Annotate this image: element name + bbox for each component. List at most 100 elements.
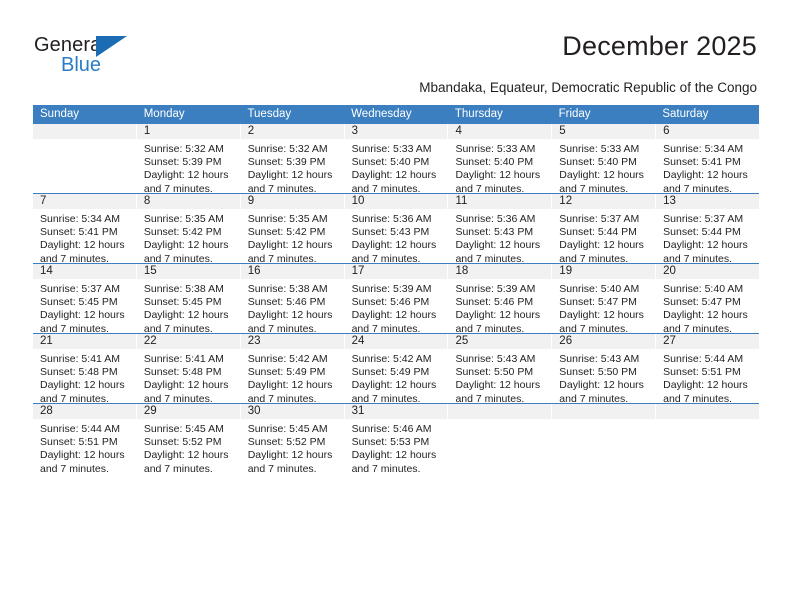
day-cell-empty [552, 404, 657, 473]
weekday-header-tuesday: Tuesday [247, 108, 292, 120]
day-cell[interactable]: 6 Sunrise: 5:34 AM Sunset: 5:41 PM Daylight… [656, 124, 760, 195]
day-detail-line: Sunrise: 5:34 AM [40, 213, 120, 225]
day-cell[interactable]: 18 Sunrise: 5:39 AM Sunset: 5:46 PM Dayligh… [448, 264, 553, 335]
day-detail-line: Sunset: 5:52 PM [247, 436, 326, 449]
page-subtitle: Mbandaka, Equateur, Democratic Republic … [419, 80, 757, 95]
day-detail-line: Sunrise: 5:33 AM [455, 143, 536, 155]
day-cell[interactable]: 16 Sunrise: 5:38 AM Sunset: 5:46 PM Dayligh… [240, 264, 345, 335]
day-details: Sunrise: 5:32 AM Sunset: 5:39 PM Daylight:… [137, 139, 240, 196]
day-detail-line: Daylight: 12 hours [143, 449, 229, 462]
day-cell[interactable]: 11 Sunrise: 5:36 AM Sunset: 5:43 PM Dayligh… [448, 194, 553, 265]
day-cell[interactable]: 17 Sunrise: 5:39 AM Sunset: 5:46 PM Dayligh… [344, 264, 449, 336]
page-header: General Blue December 2025 Mbandaka, Equ… [0, 0, 792, 100]
calendar-week-row: 7 Sunrise: 5:34 AM Sunset: 5:41 PM Daylight… [33, 193, 760, 266]
day-cell[interactable]: 29 Sunrise: 5:45 AM Sunset: 5:52 PM Dayligh… [136, 404, 241, 475]
day-number [656, 404, 760, 419]
day-details: Sunrise: 5:41 AM Sunset: 5:48 PM Daylight:… [33, 349, 136, 406]
day-detail-line: Sunset: 5:48 PM [143, 366, 222, 379]
day-cell[interactable]: 4 Sunrise: 5:33 AM Sunset: 5:40 PM Daylight… [448, 124, 553, 196]
day-number: 19 [552, 264, 656, 279]
day-number: 4 [448, 124, 552, 139]
calendar-week-row: 28 Sunrise: 5:44 AM Sunset: 5:51 PM Dayligh… [33, 403, 760, 476]
day-detail-line: Daylight: 12 hours [559, 169, 644, 182]
day-detail-line: and 7 minutes. [351, 462, 421, 475]
day-detail-line: Daylight: 12 hours [40, 379, 125, 392]
day-details: Sunrise: 5:44 AM Sunset: 5:51 PM Daylight:… [33, 419, 136, 476]
day-cell[interactable]: 31 Sunrise: 5:46 AM Sunset: 5:53 PM Dayligh… [344, 404, 449, 475]
day-cell[interactable]: 7 Sunrise: 5:34 AM Sunset: 5:41 PM Daylight… [33, 194, 137, 266]
day-details: Sunrise: 5:41 AM Sunset: 5:48 PM Daylight:… [137, 349, 240, 406]
day-details: Sunrise: 5:33 AM Sunset: 5:40 PM Daylight:… [448, 139, 551, 196]
day-cell[interactable]: 22 Sunrise: 5:41 AM Sunset: 5:48 PM Dayligh… [136, 334, 241, 406]
day-details: Sunrise: 5:37 AM Sunset: 5:44 PM Daylight:… [552, 209, 655, 266]
day-cell[interactable]: 26 Sunrise: 5:43 AM Sunset: 5:50 PM Dayligh… [552, 334, 657, 405]
day-detail-line: Sunrise: 5:32 AM [247, 143, 328, 155]
day-cell[interactable]: 12 Sunrise: 5:37 AM Sunset: 5:44 PM Dayligh… [552, 194, 657, 266]
day-cell[interactable]: 19 Sunrise: 5:40 AM Sunset: 5:47 PM Dayligh… [552, 264, 657, 335]
weekday-header-monday: Monday [143, 108, 185, 120]
day-number [448, 404, 552, 419]
day-detail-line: Daylight: 12 hours [455, 239, 541, 252]
day-cell-empty [448, 404, 553, 473]
day-cell[interactable]: 25 Sunrise: 5:43 AM Sunset: 5:50 PM Dayligh… [448, 334, 553, 405]
day-cell[interactable]: 5 Sunrise: 5:33 AM Sunset: 5:40 PM Daylight… [552, 124, 657, 195]
day-detail-line: Sunset: 5:48 PM [40, 366, 118, 379]
day-cell[interactable]: 10 Sunrise: 5:36 AM Sunset: 5:43 PM Dayligh… [344, 194, 449, 265]
day-cell[interactable]: 28 Sunrise: 5:44 AM Sunset: 5:51 PM Dayligh… [33, 404, 137, 476]
page-title: December 2025 [562, 31, 757, 61]
day-detail-line: Daylight: 12 hours [559, 239, 644, 252]
day-number: 16 [240, 264, 344, 279]
day-details: Sunrise: 5:35 AM Sunset: 5:42 PM Daylight:… [241, 209, 344, 266]
day-details: Sunrise: 5:44 AM Sunset: 5:51 PM Daylight:… [656, 349, 759, 406]
day-detail-line: Daylight: 12 hours [559, 309, 644, 322]
day-detail-line: Sunset: 5:43 PM [455, 226, 534, 239]
day-cell[interactable]: 23 Sunrise: 5:42 AM Sunset: 5:49 PM Dayligh… [240, 334, 345, 405]
day-details: Sunrise: 5:37 AM Sunset: 5:44 PM Daylight:… [656, 209, 759, 266]
day-detail-line: Daylight: 12 hours [247, 239, 333, 252]
day-detail-line: Sunset: 5:40 PM [559, 156, 637, 169]
day-number: 22 [136, 334, 240, 349]
day-detail-line: Daylight: 12 hours [247, 309, 333, 322]
day-detail-line: Sunset: 5:46 PM [247, 296, 326, 309]
day-number: 12 [552, 194, 656, 209]
day-cell[interactable]: 8 Sunrise: 5:35 AM Sunset: 5:42 PM Daylight… [136, 194, 241, 265]
day-detail-line: Sunrise: 5:35 AM [247, 213, 328, 225]
day-details [552, 419, 655, 423]
day-cell[interactable]: 3 Sunrise: 5:33 AM Sunset: 5:40 PM Daylight… [344, 124, 449, 195]
calendar-week-cells: 28 Sunrise: 5:44 AM Sunset: 5:51 PM Dayligh… [33, 404, 760, 476]
calendar-week-cells: 14 Sunrise: 5:37 AM Sunset: 5:45 PM Dayligh… [33, 264, 760, 336]
day-cell[interactable]: 30 Sunrise: 5:45 AM Sunset: 5:52 PM Dayligh… [240, 404, 345, 475]
weekday-header-row: Sunday Monday Tuesday Wednesday Thursday… [33, 105, 759, 124]
calendar-week-row: 1 Sunrise: 5:32 AM Sunset: 5:39 PM Daylight… [33, 124, 760, 196]
day-cell[interactable]: 9 Sunrise: 5:35 AM Sunset: 5:42 PM Daylight… [240, 194, 345, 266]
day-cell[interactable]: 1 Sunrise: 5:32 AM Sunset: 5:39 PM Daylight… [136, 124, 241, 196]
day-number: 2 [240, 124, 344, 139]
day-detail-line: Sunset: 5:40 PM [455, 156, 534, 169]
day-detail-line: Daylight: 12 hours [663, 309, 748, 322]
weekday-header-wednesday: Wednesday [351, 108, 412, 120]
day-cell[interactable]: 2 Sunrise: 5:32 AM Sunset: 5:39 PM Daylight… [240, 124, 345, 195]
day-cell[interactable]: 20 Sunrise: 5:40 AM Sunset: 5:47 PM Dayligh… [656, 264, 760, 335]
brand-logo[interactable]: General Blue [34, 34, 174, 82]
day-number [552, 404, 656, 419]
day-cell[interactable]: 21 Sunrise: 5:41 AM Sunset: 5:48 PM Dayligh… [33, 334, 137, 406]
day-details: Sunrise: 5:39 AM Sunset: 5:46 PM Daylight:… [345, 279, 448, 336]
day-detail-line: Sunrise: 5:36 AM [351, 213, 432, 225]
day-detail-line: Sunset: 5:53 PM [351, 436, 430, 449]
day-cell[interactable]: 24 Sunrise: 5:42 AM Sunset: 5:49 PM Dayligh… [344, 334, 449, 405]
day-number: 28 [33, 404, 136, 419]
day-detail-line: Sunrise: 5:44 AM [40, 423, 120, 435]
day-detail-line: Sunrise: 5:46 AM [351, 423, 432, 435]
day-detail-line: Daylight: 12 hours [247, 379, 333, 392]
day-cell[interactable]: 15 Sunrise: 5:38 AM Sunset: 5:45 PM Dayligh… [136, 264, 241, 335]
day-cell[interactable]: 13 Sunrise: 5:37 AM Sunset: 5:44 PM Dayligh… [656, 194, 760, 266]
day-cell[interactable]: 27 Sunrise: 5:44 AM Sunset: 5:51 PM Dayligh… [656, 334, 760, 406]
day-number: 27 [656, 334, 760, 349]
day-detail-line: Daylight: 12 hours [143, 239, 229, 252]
day-detail-line: Sunset: 5:42 PM [247, 226, 326, 239]
day-detail-line: Sunrise: 5:35 AM [143, 213, 224, 225]
brand-name-bottom: Blue [61, 54, 102, 76]
day-detail-line: Sunrise: 5:42 AM [351, 353, 432, 365]
day-cell[interactable]: 14 Sunrise: 5:37 AM Sunset: 5:45 PM Dayligh… [33, 264, 137, 335]
day-details: Sunrise: 5:34 AM Sunset: 5:41 PM Daylight:… [33, 209, 136, 266]
